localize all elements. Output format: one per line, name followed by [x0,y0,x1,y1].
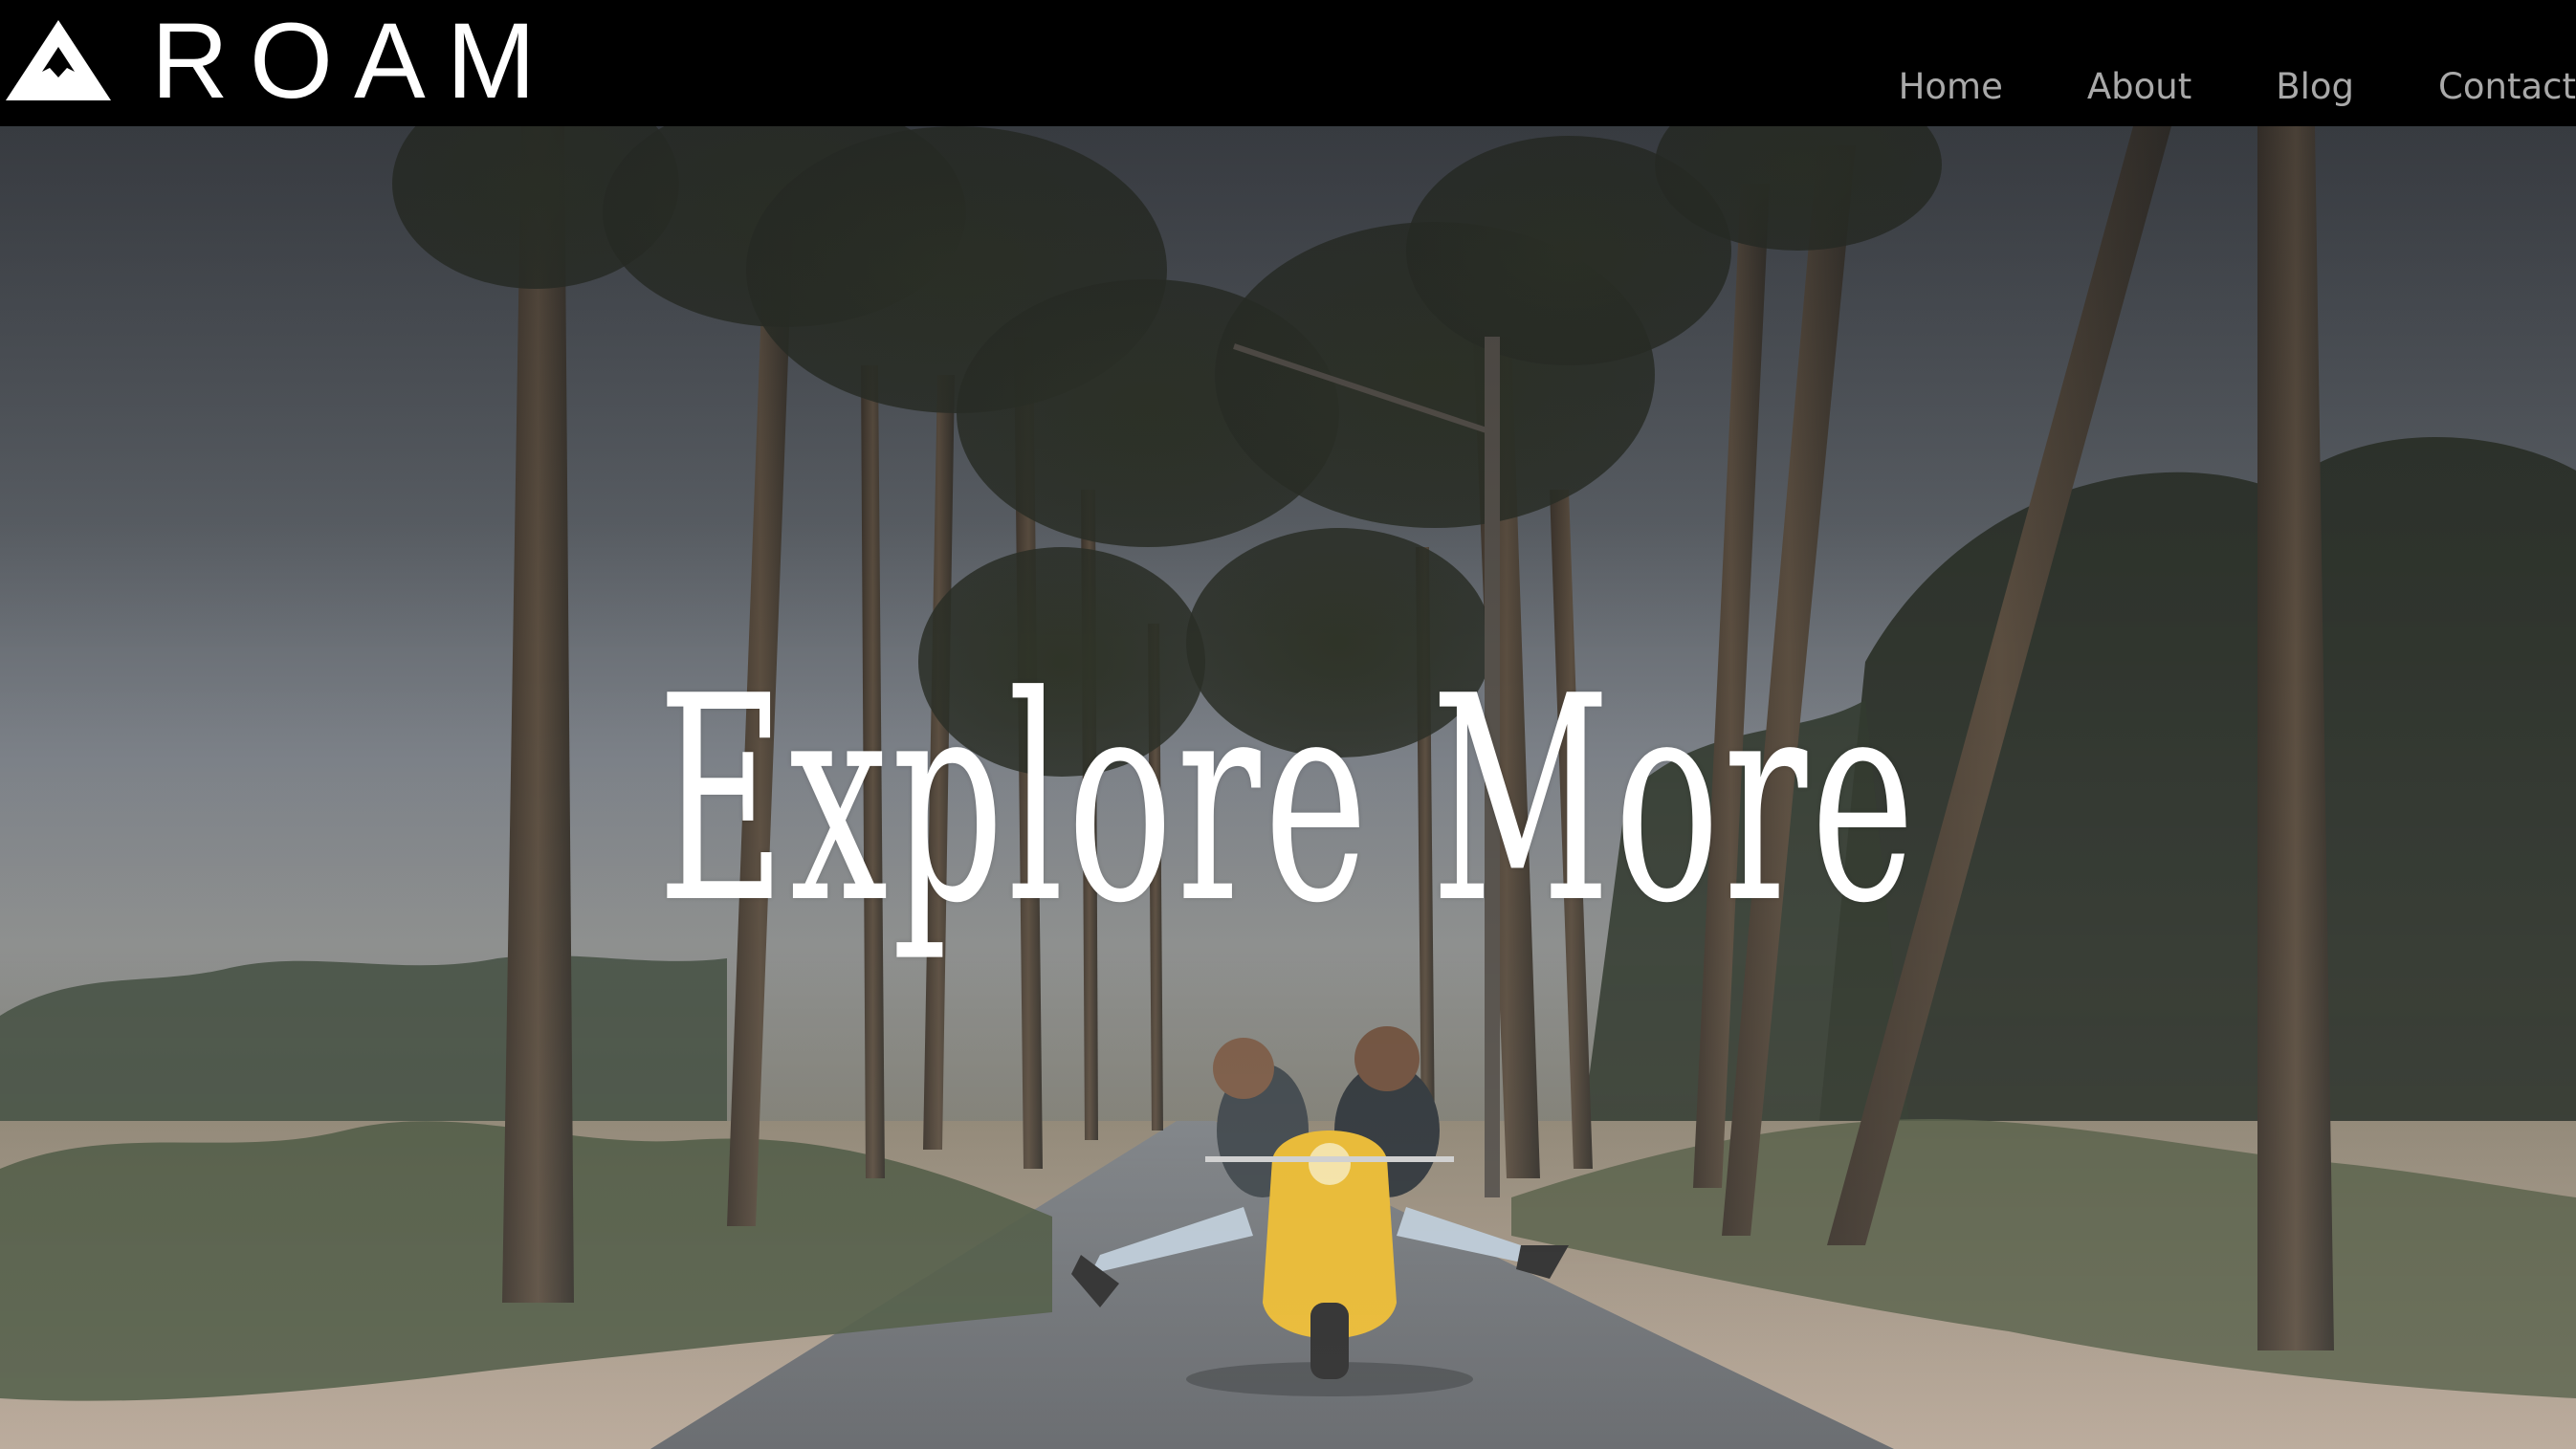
brand-logo-link[interactable]: ROAM [4,1,557,121]
brand-name: ROAM [151,1,557,121]
nav-link-contact[interactable]: Contact [2438,57,2576,117]
nav-link-blog[interactable]: Blog [2276,57,2354,117]
nav-link-home[interactable]: Home [1899,57,2003,117]
top-navigation-bar: ROAM Home About Blog Contact [0,0,2576,126]
mountain-icon [6,20,111,100]
nav-link-about[interactable]: About [2087,57,2191,117]
hero-title: Explore More [657,635,1919,965]
page: ROAM Home About Blog Contact Explore Mor… [0,0,2576,1449]
hero-section: Explore More [0,126,2576,1449]
main-nav: Home About Blog Contact [1899,57,2576,117]
